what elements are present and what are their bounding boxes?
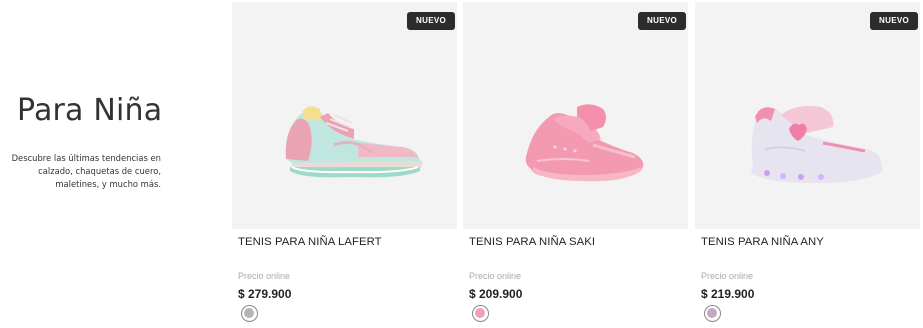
sneaker-mint-pink-icon xyxy=(285,106,423,178)
category-description: Descubre las últimas tendencias en calza… xyxy=(11,153,161,189)
product-image[interactable]: NUEVO xyxy=(695,2,920,229)
color-swatch[interactable] xyxy=(472,305,489,322)
product-image[interactable]: NUEVO xyxy=(232,2,457,229)
product-name[interactable]: TENIS PARA NIÑA LAFERT xyxy=(238,236,382,248)
new-badge: NUEVO xyxy=(870,12,918,30)
product-price: $ 219.900 xyxy=(701,287,755,301)
price-label: Precio online xyxy=(238,271,291,281)
product-name[interactable]: TENIS PARA NIÑA SAKI xyxy=(469,236,595,248)
color-swatch[interactable] xyxy=(704,305,721,322)
category-title: Para Niña xyxy=(17,93,163,128)
swatch-fill xyxy=(707,308,717,318)
price-label: Precio online xyxy=(701,271,754,281)
product-image[interactable]: NUEVO xyxy=(463,2,688,229)
product-price: $ 209.900 xyxy=(469,287,523,301)
sneaker-light-up-lilac-icon xyxy=(751,106,883,183)
product-card-saki[interactable]: NUEVO TENIS PARA NIÑA SAKI Precio online… xyxy=(463,0,688,328)
new-badge: NUEVO xyxy=(407,12,455,30)
new-badge: NUEVO xyxy=(638,12,686,30)
color-swatch[interactable] xyxy=(241,305,258,322)
category-intro: Para Niña Descubre las últimas tendencia… xyxy=(0,0,232,328)
product-card-lafert[interactable]: NUEVO TENIS PARA NIÑA LAFERT Precio onli… xyxy=(232,0,457,328)
product-card-any[interactable]: NUEVO TENIS PARA NIÑA ANY Precio online … xyxy=(695,0,920,328)
price-label: Precio online xyxy=(469,271,522,281)
sneaker-pink-icon xyxy=(525,104,644,182)
product-name[interactable]: TENIS PARA NIÑA ANY xyxy=(701,236,824,248)
swatch-fill xyxy=(244,308,254,318)
swatch-fill xyxy=(475,308,485,318)
product-price: $ 279.900 xyxy=(238,287,292,301)
product-grid: NUEVO TENIS PARA NIÑA LAFERT Precio onli… xyxy=(232,0,923,328)
